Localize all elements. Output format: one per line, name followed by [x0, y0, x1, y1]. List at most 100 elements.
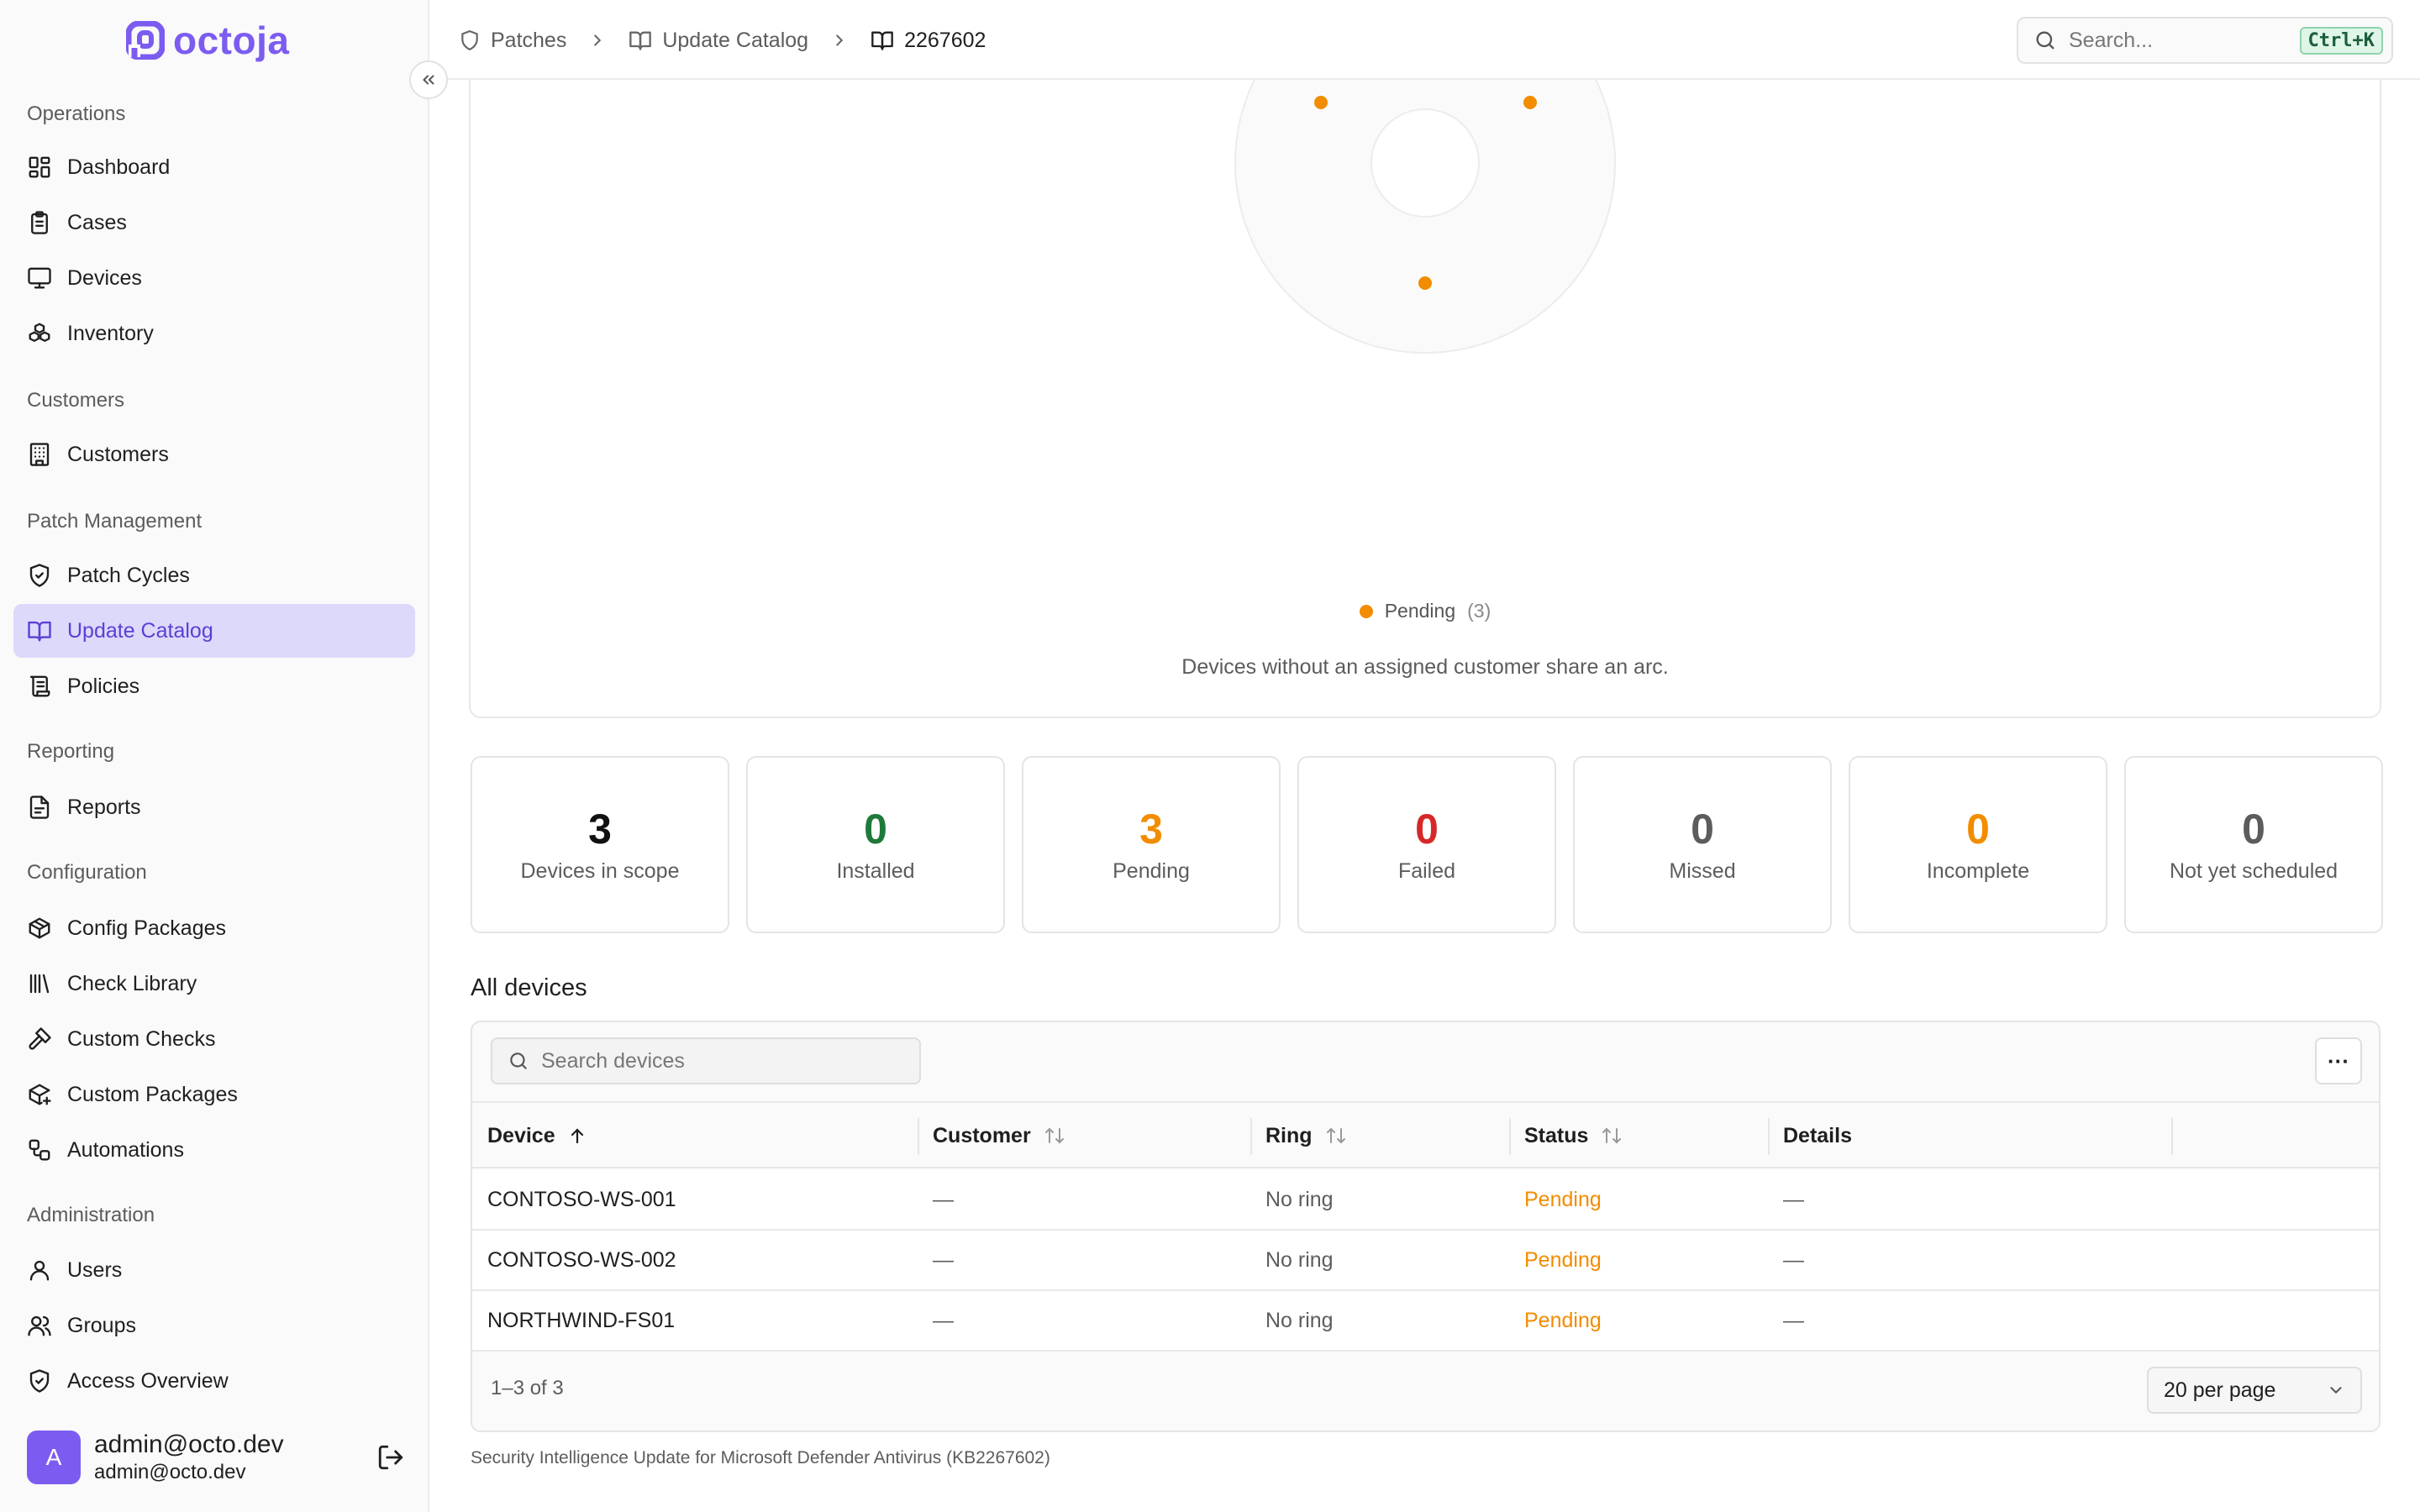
- global-search-input[interactable]: Search... Ctrl+K: [2017, 17, 2393, 64]
- sidebar-item-access-overview[interactable]: Access Overview: [13, 1354, 415, 1408]
- sidebar-item-check-library[interactable]: Check Library: [13, 957, 415, 1011]
- breadcrumb-label: Update Catalog: [662, 28, 809, 52]
- stat-label: Failed: [1397, 859, 1456, 883]
- sidebar-item-label: Check Library: [67, 971, 197, 995]
- sidebar-item-custom-checks[interactable]: Custom Checks: [13, 1012, 415, 1066]
- ellipsis-icon: ···: [2328, 1047, 2349, 1074]
- stat-label: Installed: [836, 859, 915, 883]
- section-title: All devices: [471, 974, 587, 1001]
- stat-card-incomplete: 0 Incomplete: [1849, 756, 2107, 933]
- chart-inner-hole: [1370, 108, 1480, 218]
- more-options-button[interactable]: ···: [2315, 1037, 2362, 1084]
- nav-group-label: Reporting: [27, 740, 115, 763]
- table-row[interactable]: NORTHWIND-FS01 — No ring Pending —: [472, 1291, 2379, 1352]
- sidebar: octoja Operations Dashboard Cases Devices In…: [0, 0, 429, 1512]
- cell-device: NORTHWIND-FS01: [487, 1308, 676, 1332]
- cell-customer: —: [933, 1187, 954, 1211]
- stat-value: 3: [588, 806, 612, 853]
- sidebar-item-cases[interactable]: Cases: [13, 196, 415, 249]
- sidebar-item-users[interactable]: Users: [13, 1243, 415, 1297]
- octoja-logo-icon: [126, 21, 165, 60]
- cell-details: —: [1783, 1308, 1804, 1332]
- book-open-icon: [871, 31, 893, 50]
- sidebar-item-update-catalog[interactable]: Update Catalog: [13, 604, 415, 658]
- sidebar-item-automations[interactable]: Automations: [13, 1123, 415, 1177]
- device-point: [1314, 96, 1328, 109]
- chevron-down-icon: [2330, 1387, 2342, 1394]
- breadcrumb-update-catalog[interactable]: Update Catalog: [629, 29, 808, 53]
- topbar: Patches Update Catalog 2267602 Search...…: [430, 0, 2420, 80]
- stat-value: 3: [1139, 806, 1163, 853]
- sidebar-item-reports[interactable]: Reports: [13, 780, 415, 834]
- cell-customer: —: [933, 1308, 954, 1332]
- logout-icon[interactable]: [376, 1443, 405, 1476]
- column-header-customer[interactable]: Customer: [918, 1103, 1250, 1168]
- sidebar-item-inventory[interactable]: Inventory: [13, 307, 415, 360]
- cell-customer: —: [933, 1247, 954, 1272]
- report-icon: [29, 795, 50, 819]
- users-icon: [28, 1315, 51, 1336]
- collapse-sidebar-button[interactable]: [409, 60, 448, 99]
- user-profile[interactable]: A admin@octo.dev admin@octo.dev: [27, 1428, 405, 1487]
- breadcrumb-current: 2267602: [871, 29, 986, 53]
- sort-icon: [1602, 1127, 1622, 1144]
- nav-group-label: Patch Management: [27, 510, 203, 533]
- breadcrumb-patches[interactable]: Patches: [459, 29, 566, 53]
- status-chart-card: Pending (3) Devices without an assigned …: [469, 34, 2381, 718]
- stat-card-failed: 0 Failed: [1297, 756, 1556, 933]
- stat-value: 0: [864, 806, 887, 853]
- stat-card-pending: 3 Pending: [1022, 756, 1281, 933]
- shield-icon: [461, 30, 478, 50]
- sidebar-item-customers[interactable]: Customers: [13, 428, 415, 481]
- workflow-icon: [29, 1139, 50, 1161]
- brand-name: octoja: [173, 18, 290, 62]
- chevron-right-icon: [588, 31, 607, 50]
- sidebar-item-label: Dashboard: [67, 155, 171, 179]
- cell-details: —: [1783, 1187, 1804, 1211]
- sidebar-item-patch-cycles[interactable]: Patch Cycles: [13, 549, 415, 602]
- stat-value: 0: [1966, 806, 1990, 853]
- sidebar-item-policies[interactable]: Policies: [13, 659, 415, 713]
- boxes-icon: [29, 323, 50, 342]
- cell-ring: No ring: [1265, 1187, 1334, 1211]
- stat-value: 0: [1415, 806, 1439, 853]
- sidebar-item-label: Policies: [67, 674, 140, 698]
- search-icon: [510, 1053, 527, 1069]
- sidebar-item-devices[interactable]: Devices: [13, 251, 415, 305]
- chart-note: Devices without an assigned customer sha…: [1181, 655, 1669, 679]
- clipboard-icon: [31, 211, 48, 234]
- sidebar-item-config-packages[interactable]: Config Packages: [13, 901, 415, 955]
- avatar: A: [27, 1431, 81, 1484]
- sidebar-item-label: Custom Packages: [67, 1082, 238, 1106]
- device-point: [1523, 96, 1537, 109]
- breadcrumb: Patches Update Catalog 2267602: [459, 24, 986, 57]
- legend-dot: [1359, 604, 1373, 618]
- stat-label: Incomplete: [1926, 859, 2030, 883]
- column-header-device[interactable]: Device: [472, 1103, 918, 1168]
- dashboard-icon: [29, 156, 50, 178]
- table-row[interactable]: CONTOSO-WS-001 — No ring Pending —: [472, 1170, 2379, 1231]
- per-page-select[interactable]: 20 per page: [2147, 1367, 2362, 1414]
- logo[interactable]: octoja: [126, 18, 289, 62]
- stat-value: 0: [2242, 806, 2265, 853]
- column-header-status[interactable]: Status: [1509, 1103, 1768, 1168]
- cell-status: Pending: [1524, 1247, 1602, 1272]
- sidebar-item-label: Devices: [67, 265, 142, 290]
- table-row[interactable]: CONTOSO-WS-002 — No ring Pending —: [472, 1231, 2379, 1291]
- chevron-right-icon: [830, 31, 849, 50]
- column-label: Ring: [1265, 1123, 1313, 1147]
- sidebar-item-label: Patch Cycles: [67, 563, 190, 587]
- cell-device: CONTOSO-WS-001: [487, 1187, 676, 1211]
- sidebar-item-dashboard[interactable]: Dashboard: [13, 140, 415, 194]
- sidebar-item-label: Update Catalog: [67, 618, 213, 643]
- column-label: Status: [1524, 1123, 1589, 1147]
- sidebar-item-groups[interactable]: Groups: [13, 1299, 415, 1352]
- breadcrumb-label: Patches: [491, 28, 567, 52]
- breadcrumb-label: 2267602: [904, 28, 986, 52]
- device-search-input[interactable]: Search devices: [491, 1037, 921, 1084]
- chart-legend: Pending (3): [471, 600, 2380, 622]
- sidebar-item-custom-packages[interactable]: Custom Packages: [13, 1068, 415, 1121]
- sidebar-item-label: Groups: [67, 1313, 136, 1337]
- cell-device: CONTOSO-WS-002: [487, 1247, 676, 1272]
- column-header-ring[interactable]: Ring: [1250, 1103, 1509, 1168]
